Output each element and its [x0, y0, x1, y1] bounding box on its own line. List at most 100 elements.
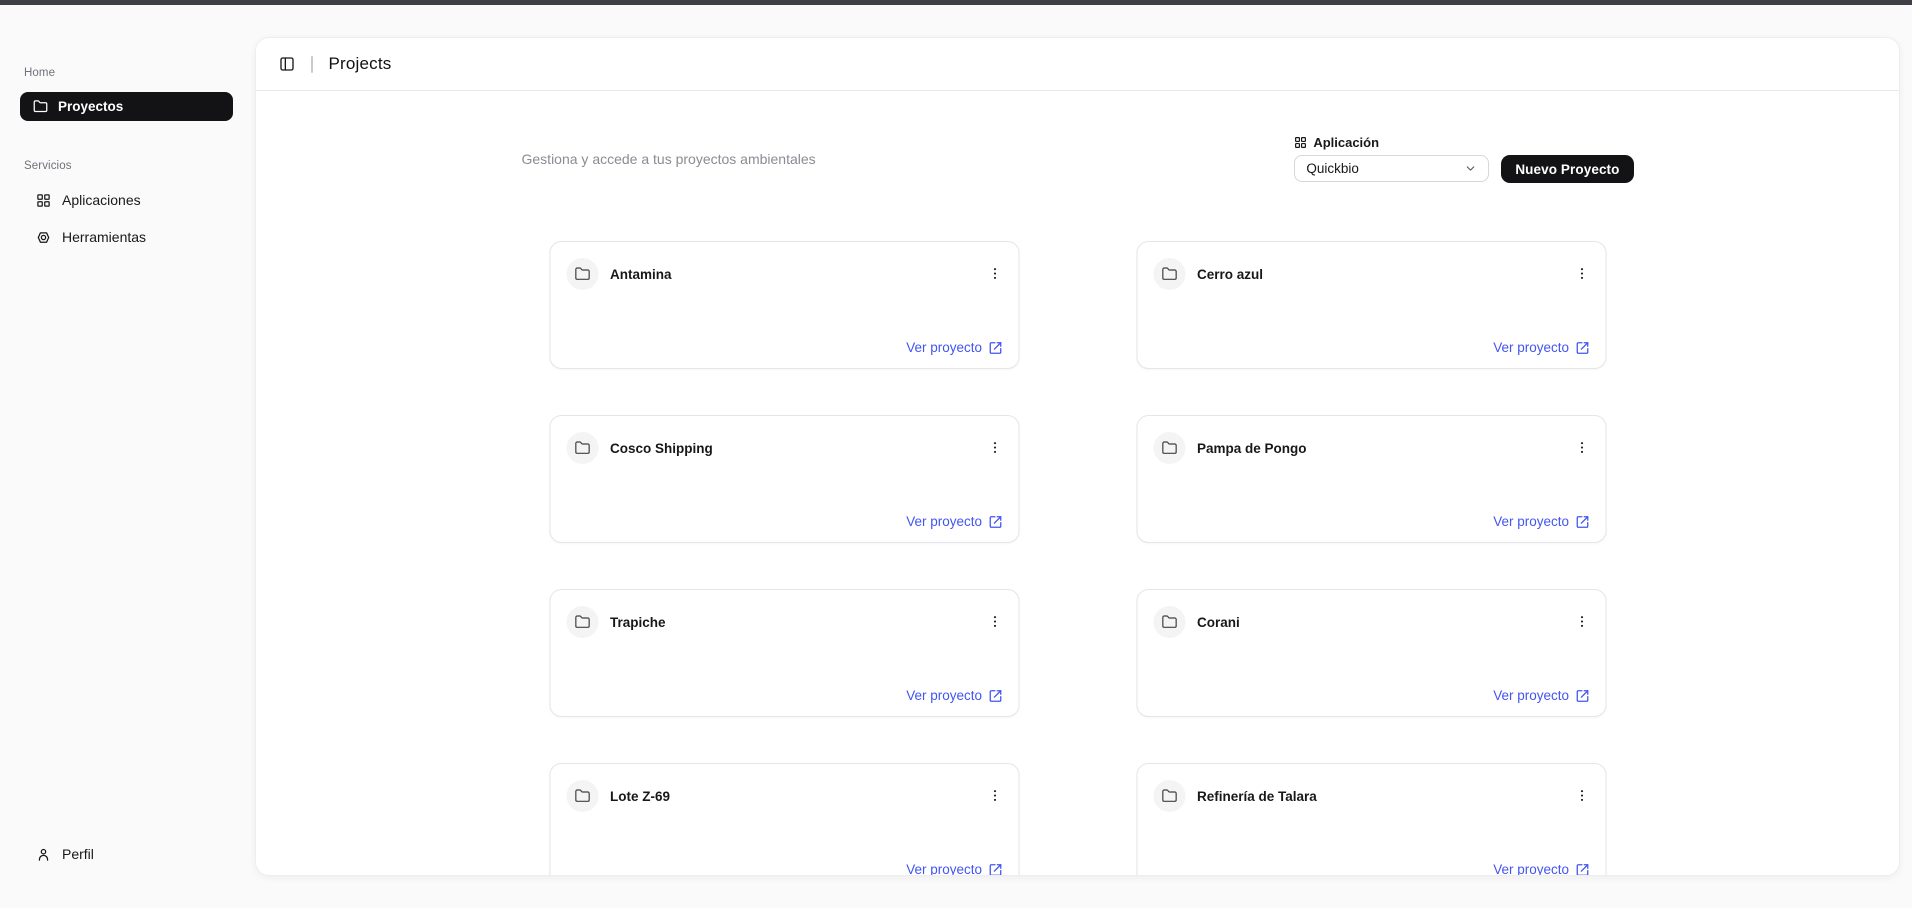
folder-icon [33, 99, 48, 114]
project-card-header: Trapiche [550, 590, 1018, 654]
external-link-icon [988, 341, 1002, 355]
view-project-label: Ver proyecto [906, 514, 982, 529]
project-title: Cerro azul [1197, 267, 1263, 282]
view-project-label: Ver proyecto [1493, 514, 1569, 529]
project-card-header: Antamina [550, 242, 1018, 306]
chevron-down-icon [1464, 162, 1477, 175]
project-title: Refinería de Talara [1197, 789, 1317, 804]
folder-chip [1153, 780, 1185, 812]
more-options-icon[interactable] [986, 786, 1004, 804]
view-project-link[interactable]: Ver proyecto [1493, 514, 1589, 529]
folder-chip [1153, 258, 1185, 290]
application-row: Quickbio Nuevo Proyecto [1294, 155, 1633, 183]
folder-chip [566, 606, 598, 638]
view-project-label: Ver proyecto [906, 340, 982, 355]
external-link-icon [988, 689, 1002, 703]
view-project-link[interactable]: Ver proyecto [906, 340, 1002, 355]
project-card: Refinería de Talara Ver proyecto [1136, 763, 1606, 876]
more-options-icon[interactable] [986, 438, 1004, 456]
project-title: Trapiche [610, 615, 666, 630]
folder-chip [1153, 432, 1185, 464]
view-project-link[interactable]: Ver proyecto [906, 688, 1002, 703]
folder-icon [574, 614, 590, 630]
folder-chip [566, 780, 598, 812]
external-link-icon [1575, 689, 1589, 703]
folder-chip [566, 258, 598, 290]
more-options-icon[interactable] [1573, 264, 1591, 282]
project-title: Cosco Shipping [610, 441, 713, 456]
application-label: Aplicación [1313, 135, 1379, 150]
sidebar-section-servicios: Servicios [24, 160, 72, 172]
project-title: Corani [1197, 615, 1240, 630]
view-project-label: Ver proyecto [1493, 862, 1569, 876]
sidebar-item-label: Proyectos [58, 99, 123, 114]
more-options-icon[interactable] [1573, 438, 1591, 456]
application-select[interactable]: Quickbio [1294, 155, 1489, 182]
project-card-header: Lote Z-69 [550, 764, 1018, 828]
more-options-icon[interactable] [986, 612, 1004, 630]
sidebar-item-perfil[interactable]: Perfil [20, 838, 233, 870]
sidebar-item-proyectos[interactable]: Proyectos [20, 92, 233, 121]
project-card-header: Corani [1137, 590, 1605, 654]
view-project-link[interactable]: Ver proyecto [1493, 340, 1589, 355]
project-title: Lote Z-69 [610, 789, 670, 804]
folder-icon [1161, 266, 1177, 282]
project-card-header: Cerro azul [1137, 242, 1605, 306]
window-top-strip [0, 0, 1912, 5]
view-project-label: Ver proyecto [906, 862, 982, 876]
folder-icon [1161, 788, 1177, 804]
folder-icon [574, 440, 590, 456]
project-card: Cerro azul Ver proyecto [1136, 241, 1606, 369]
header-separator [311, 56, 313, 73]
page-subtitle: Gestiona y accede a tus proyectos ambien… [522, 151, 816, 167]
sidebar-toggle-button[interactable] [279, 56, 295, 72]
view-project-label: Ver proyecto [1493, 340, 1569, 355]
folder-icon [574, 266, 590, 282]
application-control: Aplicación Quickbio Nuevo Proyecto [1294, 135, 1633, 183]
project-card: Lote Z-69 Ver proyecto [549, 763, 1019, 876]
external-link-icon [988, 863, 1002, 877]
view-project-link[interactable]: Ver proyecto [1493, 688, 1589, 703]
project-title: Antamina [610, 267, 672, 282]
external-link-icon [988, 515, 1002, 529]
panel-header: Projects [256, 38, 1899, 91]
project-card-header: Pampa de Pongo [1137, 416, 1605, 480]
view-project-label: Ver proyecto [1493, 688, 1569, 703]
sidebar-item-label: Herramientas [62, 229, 146, 245]
project-card: Corani Ver proyecto [1136, 589, 1606, 717]
main-panel: Projects Gestiona y accede a tus proyect… [255, 37, 1900, 876]
folder-icon [574, 788, 590, 804]
sidebar-item-label: Perfil [62, 846, 94, 862]
project-card-header: Cosco Shipping [550, 416, 1018, 480]
application-label-row: Aplicación [1294, 135, 1633, 150]
folder-icon [1161, 614, 1177, 630]
sidebar: Home Proyectos Servicios Aplicaciones He… [0, 5, 255, 908]
folder-chip [566, 432, 598, 464]
page-title: Projects [329, 54, 392, 74]
sidebar-item-aplicaciones[interactable]: Aplicaciones [20, 184, 233, 216]
folder-chip [1153, 606, 1185, 638]
application-select-value: Quickbio [1306, 161, 1359, 176]
user-icon [36, 847, 51, 862]
toolbar: Gestiona y accede a tus proyectos ambien… [522, 136, 1634, 182]
sidebar-item-herramientas[interactable]: Herramientas [20, 221, 233, 253]
view-project-link[interactable]: Ver proyecto [906, 862, 1002, 876]
grid-icon [1294, 136, 1307, 149]
view-project-link[interactable]: Ver proyecto [1493, 862, 1589, 876]
view-project-link[interactable]: Ver proyecto [906, 514, 1002, 529]
new-project-button[interactable]: Nuevo Proyecto [1501, 155, 1633, 183]
grid-icon [36, 193, 51, 208]
project-title: Pampa de Pongo [1197, 441, 1307, 456]
more-options-icon[interactable] [1573, 612, 1591, 630]
view-project-label: Ver proyecto [906, 688, 982, 703]
projects-grid: Antamina Ver proyecto Cerro azul Ver pro… [549, 241, 1606, 876]
external-link-icon [1575, 341, 1589, 355]
nut-icon [36, 230, 51, 245]
more-options-icon[interactable] [1573, 786, 1591, 804]
folder-icon [1161, 440, 1177, 456]
project-card: Pampa de Pongo Ver proyecto [1136, 415, 1606, 543]
project-card-header: Refinería de Talara [1137, 764, 1605, 828]
more-options-icon[interactable] [986, 264, 1004, 282]
sidebar-section-home: Home [24, 67, 55, 79]
project-card: Cosco Shipping Ver proyecto [549, 415, 1019, 543]
